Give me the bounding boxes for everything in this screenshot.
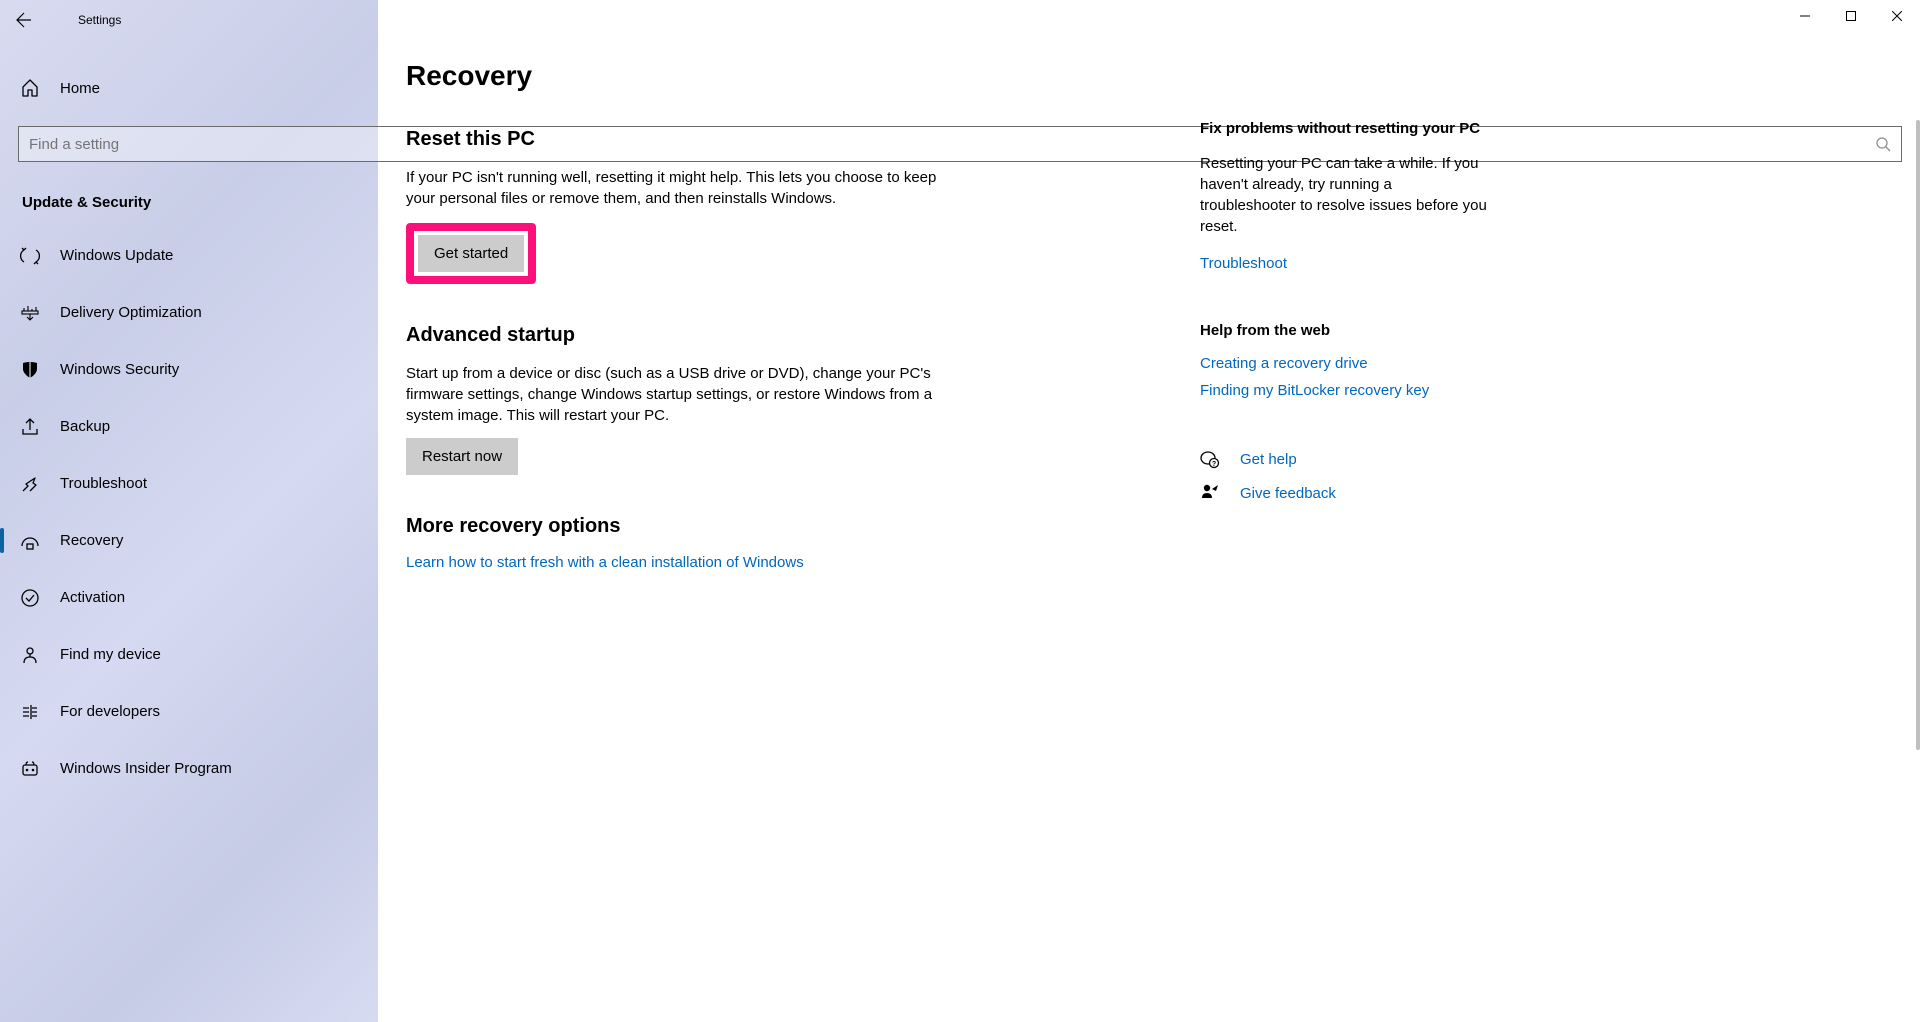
sidebar-item-label: Windows Insider Program bbox=[60, 760, 232, 777]
svg-text:?: ? bbox=[1212, 461, 1216, 468]
fix-problems-body: Resetting your PC can take a while. If y… bbox=[1200, 153, 1490, 237]
advanced-startup-section: Advanced startup Start up from a device … bbox=[406, 324, 1176, 475]
feedback-icon bbox=[1200, 483, 1220, 503]
web-link-recovery-drive[interactable]: Creating a recovery drive bbox=[1200, 355, 1490, 372]
get-help-row[interactable]: ? Get help bbox=[1200, 449, 1490, 469]
advanced-startup-heading: Advanced startup bbox=[406, 324, 1176, 347]
minimize-icon bbox=[1800, 11, 1810, 21]
sidebar-item-label: For developers bbox=[60, 703, 160, 720]
sidebar-item-label: Windows Security bbox=[60, 361, 179, 378]
main-content: Recovery Reset this PC If your PC isn't … bbox=[406, 60, 1176, 611]
nav-icon bbox=[20, 246, 40, 266]
more-recovery-section: More recovery options Learn how to start… bbox=[406, 515, 1176, 571]
sidebar-home-label: Home bbox=[60, 80, 100, 97]
web-link-bitlocker[interactable]: Finding my BitLocker recovery key bbox=[1200, 382, 1490, 399]
back-button[interactable] bbox=[0, 0, 48, 40]
help-icon: ? bbox=[1200, 449, 1220, 469]
more-recovery-heading: More recovery options bbox=[406, 515, 1176, 538]
start-fresh-link[interactable]: Learn how to start fresh with a clean in… bbox=[406, 554, 804, 571]
nav-icon bbox=[20, 531, 40, 551]
fix-problems-heading: Fix problems without resetting your PC bbox=[1200, 120, 1490, 137]
sidebar-item-label: Recovery bbox=[60, 532, 123, 549]
reset-pc-section: Reset this PC If your PC isn't running w… bbox=[406, 128, 1176, 284]
maximize-button[interactable] bbox=[1828, 0, 1874, 32]
right-column: Fix problems without resetting your PC R… bbox=[1200, 120, 1490, 517]
nav-icon bbox=[20, 303, 40, 323]
sidebar-item-find-my-device[interactable]: Find my device bbox=[0, 626, 1920, 683]
home-icon bbox=[20, 78, 40, 98]
troubleshoot-link[interactable]: Troubleshoot bbox=[1200, 255, 1490, 272]
help-from-web-block: Help from the web Creating a recovery dr… bbox=[1200, 322, 1490, 399]
restart-now-button[interactable]: Restart now bbox=[406, 438, 518, 475]
sidebar-item-label: Find my device bbox=[60, 646, 161, 663]
nav-icon bbox=[20, 759, 40, 779]
close-icon bbox=[1892, 11, 1902, 21]
sidebar-item-windows-insider-program[interactable]: Windows Insider Program bbox=[0, 740, 1920, 797]
sidebar-item-for-developers[interactable]: For developers bbox=[0, 683, 1920, 740]
sidebar-item-label: Activation bbox=[60, 589, 125, 606]
fix-problems-block: Fix problems without resetting your PC R… bbox=[1200, 120, 1490, 272]
search-icon bbox=[1875, 136, 1891, 152]
get-started-button[interactable]: Get started bbox=[418, 235, 524, 272]
minimize-button[interactable] bbox=[1782, 0, 1828, 32]
sidebar-scrollbar[interactable] bbox=[1916, 120, 1920, 750]
give-feedback-link[interactable]: Give feedback bbox=[1240, 485, 1336, 502]
arrow-left-icon bbox=[16, 12, 32, 28]
highlight-annotation: Get started bbox=[406, 223, 536, 284]
advanced-startup-body: Start up from a device or disc (such as … bbox=[406, 363, 946, 426]
app-title: Settings bbox=[48, 13, 121, 27]
titlebar: Settings bbox=[0, 0, 1920, 40]
help-from-web-heading: Help from the web bbox=[1200, 322, 1490, 339]
nav-icon bbox=[20, 702, 40, 722]
nav-icon bbox=[20, 645, 40, 665]
nav-icon bbox=[20, 417, 40, 437]
close-button[interactable] bbox=[1874, 0, 1920, 32]
maximize-icon bbox=[1846, 11, 1856, 21]
give-feedback-row[interactable]: Give feedback bbox=[1200, 483, 1490, 503]
nav-icon bbox=[20, 360, 40, 380]
reset-pc-heading: Reset this PC bbox=[406, 128, 1176, 151]
sidebar-item-label: Delivery Optimization bbox=[60, 304, 202, 321]
nav-icon bbox=[20, 474, 40, 494]
page-title: Recovery bbox=[406, 60, 1176, 92]
sidebar-item-label: Backup bbox=[60, 418, 110, 435]
get-help-link[interactable]: Get help bbox=[1240, 451, 1297, 468]
nav-icon bbox=[20, 588, 40, 608]
reset-pc-body: If your PC isn't running well, resetting… bbox=[406, 167, 946, 209]
window-controls bbox=[1782, 0, 1920, 32]
sidebar-item-label: Troubleshoot bbox=[60, 475, 147, 492]
sidebar-item-label: Windows Update bbox=[60, 247, 173, 264]
